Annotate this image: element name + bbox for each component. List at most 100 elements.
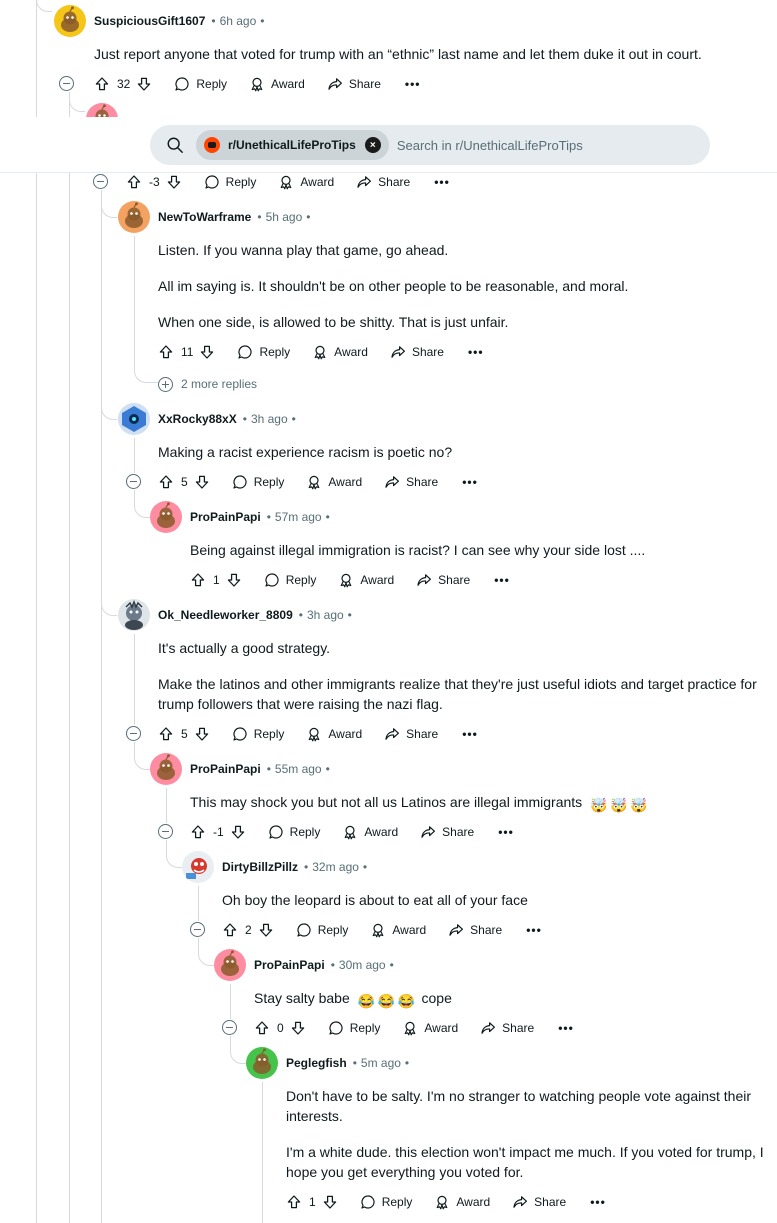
upvote-icon[interactable]	[286, 1194, 302, 1210]
collapse-icon[interactable]	[190, 922, 205, 937]
reply-button[interactable]: Reply	[360, 1194, 412, 1210]
username[interactable]: NewToWarframe	[158, 210, 251, 224]
award-button[interactable]: Award	[342, 824, 398, 840]
username[interactable]: SuspiciousGift1607	[94, 14, 205, 28]
timestamp[interactable]: 55m ago	[275, 762, 322, 776]
timestamp[interactable]: 32m ago	[312, 860, 359, 874]
upvote-icon[interactable]	[158, 344, 174, 360]
share-button[interactable]: Share	[416, 572, 470, 588]
avatar[interactable]	[118, 201, 150, 233]
reply-button[interactable]: Reply	[296, 922, 348, 938]
share-button[interactable]: Share	[384, 726, 438, 742]
downvote-icon[interactable]	[194, 726, 210, 742]
search-input[interactable]: Search in r/UnethicalLifeProTips	[397, 138, 583, 153]
username[interactable]: ProPainPapi	[190, 762, 261, 776]
more-options-button[interactable]: •••	[462, 475, 478, 489]
username[interactable]: Peglegfish	[286, 1056, 347, 1070]
share-button[interactable]: Share	[420, 824, 474, 840]
upvote-icon[interactable]	[254, 1020, 270, 1036]
avatar[interactable]	[150, 753, 182, 785]
more-replies-button[interactable]: 2 more replies	[158, 374, 257, 394]
reply-button[interactable]: Reply	[232, 726, 284, 742]
collapse-icon[interactable]	[222, 1020, 237, 1035]
comment-meta: ProPainPapi • 30m ago •	[254, 955, 394, 975]
share-button[interactable]: Share	[480, 1020, 534, 1036]
more-options-button[interactable]: •••	[590, 1195, 606, 1209]
reply-button[interactable]: Reply	[237, 344, 290, 360]
upvote-icon[interactable]	[190, 572, 206, 588]
avatar[interactable]	[118, 599, 150, 631]
username[interactable]: ProPainPapi	[190, 510, 261, 524]
collapse-icon[interactable]	[158, 824, 173, 839]
award-button[interactable]: Award	[370, 922, 426, 938]
timestamp[interactable]: 6h ago	[220, 14, 257, 28]
downvote-icon[interactable]	[230, 824, 246, 840]
share-button[interactable]: Share	[512, 1194, 566, 1210]
share-button[interactable]: Share	[356, 174, 410, 190]
search-bar[interactable]: r/UnethicalLifeProTips × Search in r/Une…	[150, 125, 710, 165]
avatar[interactable]	[246, 1047, 278, 1079]
more-options-button[interactable]: •••	[558, 1021, 574, 1035]
collapse-icon[interactable]	[93, 174, 108, 189]
more-options-button[interactable]: •••	[526, 923, 542, 937]
more-options-button[interactable]: •••	[498, 825, 514, 839]
more-options-button[interactable]: •••	[434, 175, 450, 189]
reply-button[interactable]: Reply	[232, 474, 284, 490]
downvote-icon[interactable]	[258, 922, 274, 938]
avatar[interactable]	[118, 403, 150, 435]
award-button[interactable]: Award	[338, 572, 394, 588]
award-button[interactable]: Award	[312, 344, 368, 360]
upvote-icon[interactable]	[158, 474, 174, 490]
more-options-button[interactable]: •••	[462, 727, 478, 741]
more-options-button[interactable]: •••	[405, 77, 421, 91]
avatar[interactable]	[182, 851, 214, 883]
collapse-icon[interactable]	[126, 726, 141, 741]
reply-button[interactable]: Reply	[268, 824, 320, 840]
reply-button[interactable]: Reply	[264, 572, 316, 588]
timestamp[interactable]: 30m ago	[339, 958, 386, 972]
downvote-icon[interactable]	[166, 174, 182, 190]
award-button[interactable]: Award	[306, 726, 362, 742]
timestamp[interactable]: 57m ago	[275, 510, 322, 524]
username[interactable]: XxRocky88xX	[158, 412, 237, 426]
award-button[interactable]: Award	[249, 76, 305, 92]
reply-button[interactable]: Reply	[328, 1020, 380, 1036]
downvote-icon[interactable]	[194, 474, 210, 490]
close-icon[interactable]: ×	[364, 137, 381, 153]
upvote-icon[interactable]	[158, 726, 174, 742]
avatar[interactable]	[54, 5, 86, 37]
subreddit-chip[interactable]: r/UnethicalLifeProTips ×	[196, 130, 389, 160]
award-button[interactable]: Award	[402, 1020, 458, 1036]
downvote-icon[interactable]	[322, 1194, 338, 1210]
upvote-icon[interactable]	[94, 76, 110, 92]
share-button[interactable]: Share	[327, 76, 381, 92]
collapse-icon[interactable]	[126, 474, 141, 489]
avatar[interactable]	[150, 501, 182, 533]
timestamp[interactable]: 5h ago	[266, 210, 303, 224]
downvote-icon[interactable]	[290, 1020, 306, 1036]
timestamp[interactable]: 3h ago	[251, 412, 288, 426]
reply-button[interactable]: Reply	[174, 76, 227, 92]
award-button[interactable]: Award	[278, 174, 334, 190]
reply-button[interactable]: Reply	[204, 174, 256, 190]
upvote-icon[interactable]	[190, 824, 206, 840]
downvote-icon[interactable]	[199, 344, 215, 360]
downvote-icon[interactable]	[226, 572, 242, 588]
downvote-icon[interactable]	[136, 76, 152, 92]
share-button[interactable]: Share	[390, 344, 444, 360]
timestamp[interactable]: 3h ago	[307, 608, 344, 622]
collapse-icon[interactable]	[59, 76, 74, 91]
username[interactable]: ProPainPapi	[254, 958, 325, 972]
award-button[interactable]: Award	[434, 1194, 490, 1210]
timestamp[interactable]: 5m ago	[361, 1056, 401, 1070]
award-button[interactable]: Award	[306, 474, 362, 490]
more-options-button[interactable]: •••	[494, 573, 510, 587]
upvote-icon[interactable]	[126, 174, 142, 190]
username[interactable]: DirtyBillzPillz	[222, 860, 298, 874]
upvote-icon[interactable]	[222, 922, 238, 938]
share-button[interactable]: Share	[448, 922, 502, 938]
username[interactable]: Ok_Needleworker_8809	[158, 608, 293, 622]
more-options-button[interactable]: •••	[468, 345, 484, 359]
avatar[interactable]	[214, 949, 246, 981]
share-button[interactable]: Share	[384, 474, 438, 490]
